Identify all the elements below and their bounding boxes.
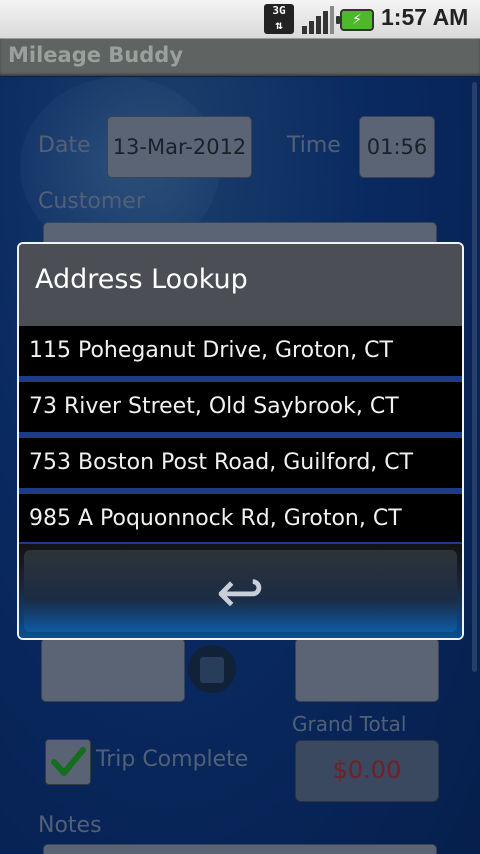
status-bar: 3G ⇅ ⚡ 1:57 AM	[0, 0, 480, 39]
back-arrow-icon: ↩	[216, 558, 265, 626]
status-time: 1:57 AM	[381, 4, 469, 30]
app-title: Mileage Buddy	[8, 43, 184, 67]
address-item[interactable]: 73 River Street, Old Saybrook, CT 06475	[19, 382, 462, 469]
app-title-bar: Mileage Buddy	[0, 39, 480, 76]
network-3g-icon: 3G ⇅	[264, 4, 294, 34]
dialog-title: Address Lookup	[35, 264, 248, 295]
back-button[interactable]: ↩	[24, 550, 457, 632]
battery-charging-icon: ⚡	[336, 9, 374, 31]
address-item[interactable]: 753 Boston Post Road, Guilford, CT	[19, 438, 462, 488]
address-lookup-dialog: Address Lookup 115 Poheganut Drive, Grot…	[17, 242, 464, 640]
address-item[interactable]: 115 Poheganut Drive, Groton, CT	[19, 326, 462, 376]
address-item[interactable]: 985 A Poquonnock Rd, Groton, CT	[19, 494, 462, 544]
dialog-title-bar: Address Lookup	[19, 244, 462, 326]
signal-strength-icon	[302, 6, 334, 34]
dialog-footer: ↩	[19, 544, 462, 638]
